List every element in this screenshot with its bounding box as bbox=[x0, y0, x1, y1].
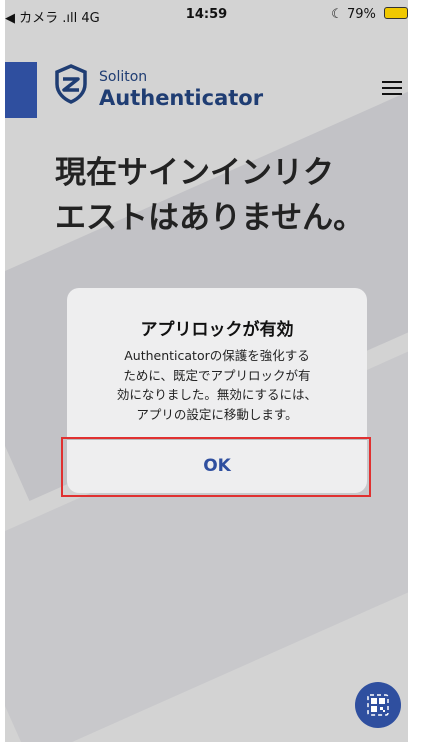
status-bar: ◀ カメラ .ıll 4G 14:59 ☾ 79% bbox=[5, 0, 408, 33]
dialog-message-line: ために、既定でアプリロックが有 bbox=[123, 367, 311, 383]
dialog-message-line: Authenticatorの保護を強化する bbox=[124, 348, 310, 363]
page-title-line: エストはありません。 bbox=[55, 200, 365, 236]
page-title-line: 現在サインインリク bbox=[55, 155, 334, 191]
battery-icon bbox=[384, 7, 408, 19]
dialog-message-line: アプリの設定に移動します。 bbox=[136, 406, 298, 422]
page-title: 現在サインインリク エストはありません。 bbox=[55, 151, 405, 241]
qr-code-icon[interactable] bbox=[355, 682, 401, 728]
hamburger-menu-icon[interactable] bbox=[382, 80, 404, 96]
status-right: ☾ 79% bbox=[331, 7, 408, 22]
moon-icon: ☾ bbox=[331, 7, 343, 22]
header-accent-bar bbox=[5, 62, 37, 118]
highlight-frame bbox=[61, 437, 371, 497]
dialog-title: アプリロックが有効 bbox=[140, 320, 294, 340]
left-edge bbox=[0, 0, 5, 742]
battery-percent: 79% bbox=[346, 7, 376, 22]
dialog-message-line: 効になりました。無効にするには、 bbox=[116, 387, 318, 402]
shield-logo-icon bbox=[54, 64, 88, 104]
brand-name-top: Soliton bbox=[99, 69, 148, 85]
brand-name-bottom: Authenticator bbox=[99, 86, 264, 110]
app-screen: ◀ カメラ .ıll 4G 14:59 ☾ 79% Soliton Authen… bbox=[0, 0, 422, 742]
right-edge bbox=[408, 0, 422, 742]
dialog-message: Authenticatorの保護を強化する ために、既定でアプリロックが有 効に… bbox=[85, 346, 349, 424]
